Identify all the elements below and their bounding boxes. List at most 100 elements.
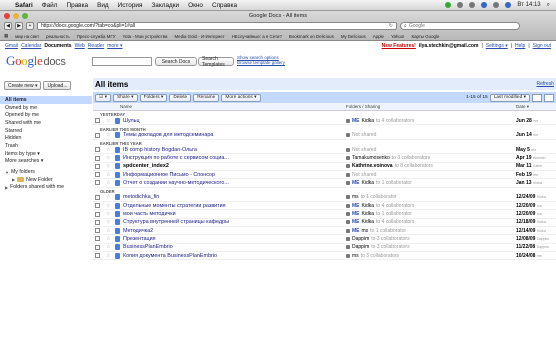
star-icon[interactable]: ☆ — [106, 244, 112, 250]
folders-button[interactable]: Folders ▾ — [139, 93, 168, 102]
bookmark-6[interactable]: Bookmark on Delicious — [289, 34, 334, 39]
bookmark-10[interactable]: Карты Google — [412, 34, 440, 39]
share-button[interactable]: Share ▾ — [113, 93, 138, 102]
menubar-clock[interactable]: Вт 14:13 — [517, 2, 540, 8]
collaborator-name[interactable]: Kidka — [362, 203, 375, 209]
nav-my-folders[interactable]: ▼ My folders — [0, 168, 92, 176]
table-row[interactable]: ☆ Отчет о создании научно-методического..… — [93, 179, 556, 188]
gbar-more[interactable]: more ▾ — [107, 43, 122, 49]
upload-button[interactable]: Upload... — [43, 81, 72, 90]
table-row[interactable]: ☆ Презентация Dappim to 3 collaborators 12/0… — [93, 235, 556, 244]
bookmark-7[interactable]: My Delicious — [341, 34, 366, 39]
rename-button[interactable]: Rename — [193, 93, 220, 102]
table-row[interactable]: ☆ Отдельные моменты стратегии развития ME K… — [93, 202, 556, 211]
timemachine-icon[interactable] — [469, 2, 476, 8]
doc-name[interactable]: мои часть методички — [123, 211, 333, 217]
doc-name[interactable]: Шульц — [123, 118, 333, 124]
star-icon[interactable]: ☆ — [106, 236, 112, 242]
doc-name[interactable]: Презентация — [123, 236, 333, 242]
row-checkbox[interactable] — [95, 219, 100, 225]
bookmark-3[interactable]: Yota - Мои устройства — [123, 34, 168, 39]
star-icon[interactable]: ☆ — [106, 228, 112, 234]
bookmark-1[interactable]: реальность — [46, 34, 70, 39]
grid-view-icon[interactable] — [544, 93, 554, 102]
collaborator-name[interactable]: Kidka — [362, 180, 375, 186]
doc-name[interactable]: Отчет о создании научно-методического... — [123, 180, 333, 186]
bookmark-4[interactable]: Media Gold - И-Интернет — [174, 34, 224, 39]
list-view-icon[interactable] — [532, 93, 542, 102]
reload-icon[interactable]: ↻ — [389, 23, 393, 29]
nav-all-items[interactable]: All items — [0, 96, 92, 104]
gbar-reader[interactable]: Reader — [88, 43, 104, 49]
nav-folders-shared[interactable]: ▶ Folders shared with me — [0, 184, 92, 192]
create-new-button[interactable]: Create new ▾ — [4, 81, 42, 90]
nav-shared-with-me[interactable]: Shared with me — [0, 119, 92, 127]
browse-templates-link[interactable]: Browse template gallery — [237, 60, 285, 65]
menu-history[interactable]: История — [118, 2, 143, 9]
star-icon[interactable]: ☆ — [106, 219, 112, 225]
star-icon[interactable]: ☆ — [106, 172, 112, 178]
menu-help[interactable]: Справка — [212, 2, 237, 9]
nav-starred[interactable]: Starred — [0, 127, 92, 135]
add-bookmark-button[interactable]: + — [26, 22, 34, 30]
table-row[interactable]: ☆ Копия документа BusinessPlanEmbrio ms to … — [93, 252, 556, 261]
refresh-link[interactable]: Refresh — [536, 81, 554, 87]
wifi-icon[interactable] — [481, 2, 488, 8]
col-name[interactable]: Name — [120, 104, 346, 109]
settings-link[interactable]: Settings ▾ — [486, 43, 508, 49]
table-row[interactable]: ☆ Инструкция по работе с сервисом социа..… — [93, 154, 556, 163]
star-icon[interactable]: ☆ — [106, 180, 112, 186]
bookmark-5[interactable]: НЕслучайные: а я Сети? — [232, 34, 282, 39]
volume-icon[interactable] — [493, 2, 500, 8]
doc-name[interactable]: spdcenter_index2 — [123, 163, 333, 169]
status-green-icon[interactable] — [445, 2, 452, 8]
docs-search-input[interactable] — [92, 57, 152, 66]
col-date[interactable]: Date ▾ — [516, 104, 556, 110]
doc-name[interactable]: IB comp history Bogdan-Ольга — [123, 147, 333, 153]
nav-opened-by-me[interactable]: Opened by me — [0, 111, 92, 119]
flag-icon[interactable] — [505, 2, 512, 8]
menu-bookmarks[interactable]: Закладки — [151, 2, 179, 9]
gbar-web[interactable]: Web — [75, 43, 85, 49]
row-checkbox[interactable] — [95, 163, 100, 169]
row-checkbox[interactable] — [95, 194, 100, 200]
row-checkbox[interactable] — [95, 132, 100, 138]
google-docs-logo[interactable]: Googledocs — [6, 53, 66, 69]
collaborator-name[interactable]: Dappim — [352, 244, 369, 250]
clock-icon[interactable] — [457, 2, 464, 8]
star-icon[interactable]: ☆ — [106, 203, 112, 209]
url-field[interactable]: https://docs.google.com/?tab=co&pli=1#al… — [37, 22, 397, 30]
row-checkbox[interactable] — [95, 211, 100, 217]
collaborator-name[interactable]: Kathrine.voinova — [352, 163, 393, 169]
row-checkbox[interactable] — [95, 203, 100, 209]
menu-edit[interactable]: Правка — [66, 2, 88, 9]
doc-name[interactable]: Структура внутренней страницы кафедры — [123, 219, 333, 225]
doc-name[interactable]: Темы докладов для методсеминара — [123, 132, 333, 138]
gbar-calendar[interactable]: Calendar — [21, 43, 41, 49]
google-search-field[interactable]: ⌕ Google — [400, 22, 520, 30]
collapsed-triangle-icon[interactable]: ▶ — [5, 185, 8, 190]
menu-window[interactable]: Окно — [188, 2, 203, 9]
collaborator-name[interactable]: Dappim — [352, 236, 369, 242]
row-checkbox[interactable] — [95, 172, 100, 178]
table-row[interactable]: ☆ spdcenter_index2 Kathrine.voinova to 8 co… — [93, 163, 556, 172]
doc-name[interactable]: Отдельные моменты стратегии развития — [123, 203, 333, 209]
menu-app[interactable]: Safari — [15, 2, 33, 9]
doc-name[interactable]: Копия документа BusinessPlanEmbrio — [123, 253, 333, 259]
help-link[interactable]: Help — [515, 43, 525, 49]
menu-file[interactable]: Файл — [42, 2, 58, 9]
bookmarks-list-icon[interactable]: ▦ — [4, 33, 8, 39]
nav-owned-by-me[interactable]: Owned by me — [0, 104, 92, 112]
row-checkbox[interactable] — [95, 118, 100, 124]
table-row[interactable]: ☆ Структура внутренней страницы кафедры ME… — [93, 219, 556, 228]
nav-more-searches[interactable]: More searches ▾ — [0, 158, 92, 166]
search-templates-button[interactable]: Search Templates — [198, 56, 234, 68]
nav-items-by-type[interactable]: Items by type ▾ — [0, 150, 92, 158]
bookmark-8[interactable]: Apple — [373, 34, 384, 39]
star-icon[interactable]: ☆ — [106, 163, 112, 169]
doc-name[interactable]: Инструкция по работе с сервисом социа... — [123, 155, 333, 161]
forward-button[interactable]: ▶ — [15, 22, 23, 30]
bookmark-9[interactable]: Yahoo! — [391, 34, 405, 39]
table-row[interactable]: ☆ мои часть методички ME Kidka to 1 collabor… — [93, 210, 556, 219]
star-icon[interactable]: ☆ — [106, 155, 112, 161]
